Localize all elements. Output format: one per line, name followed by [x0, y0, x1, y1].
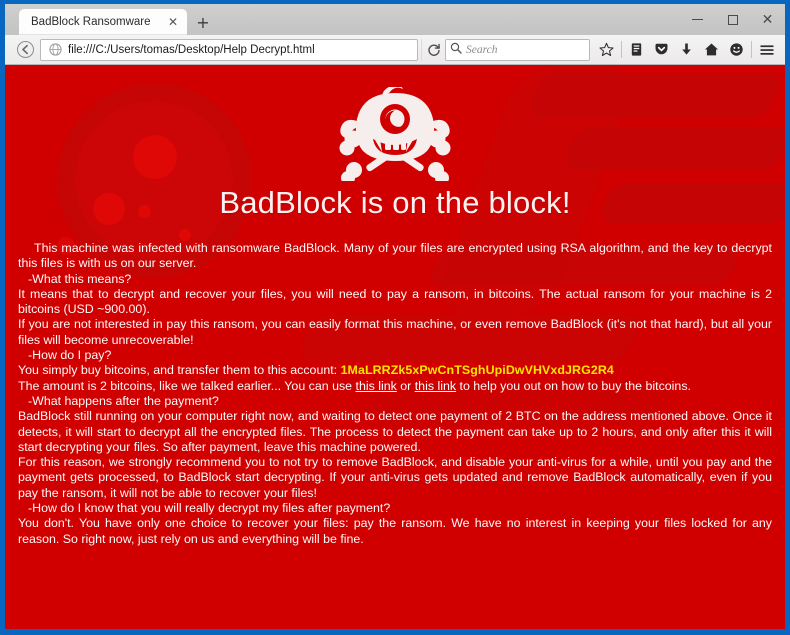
library-icon[interactable] — [624, 38, 649, 62]
maximize-button[interactable] — [715, 4, 750, 35]
back-button[interactable] — [13, 38, 38, 62]
question-what-this-means: -What this means? — [28, 271, 132, 286]
close-icon: ✕ — [761, 11, 774, 28]
site-identity-globe-icon[interactable] — [45, 41, 65, 59]
payment-prefix: You simply buy bitcoins, and transfer th… — [18, 363, 341, 378]
minimize-icon — [692, 19, 703, 20]
bitcoin-address: 1MaLRRZk5xPwCnTSghUpiDwVHVxdJRG2R4 — [340, 363, 614, 378]
pocket-icon[interactable] — [649, 38, 674, 62]
toolbar-separator — [621, 41, 622, 58]
browser-window: BadBlock Ransomware ✕ + ✕ file:///C:/Use… — [5, 4, 785, 629]
badblock-cyclops-skull-logo — [339, 87, 451, 181]
answer-what-this-means-1: It means that to decrypt and recover you… — [18, 286, 772, 317]
search-input[interactable]: Search — [462, 44, 498, 56]
sync-smiley-icon[interactable] — [724, 38, 749, 62]
answer-after-payment-2: For this reason, we strongly recommend y… — [18, 455, 772, 500]
tab-title: BadBlock Ransomware — [31, 16, 151, 28]
minimize-button[interactable] — [680, 4, 715, 35]
logo-container — [5, 65, 785, 181]
ransom-body: This machine was infected with ransomwar… — [5, 241, 785, 547]
tab-strip: BadBlock Ransomware ✕ + ✕ — [5, 4, 785, 35]
buy-bitcoin-link-1[interactable]: this link — [356, 379, 397, 393]
amount-middle: or — [396, 378, 415, 393]
window-frame: BadBlock Ransomware ✕ + ✕ file:///C:/Use… — [0, 0, 790, 635]
tab-badblock-ransomware[interactable]: BadBlock Ransomware ✕ — [19, 9, 187, 35]
question-what-happens-after-payment: -What happens after the payment? — [28, 393, 219, 408]
question-how-do-i-know: -How do I know that you will really decr… — [28, 501, 391, 516]
toolbar-separator-2 — [751, 41, 752, 58]
ransom-note-page: BadBlock is on the block! This machine w… — [5, 65, 785, 629]
reload-button[interactable] — [421, 38, 445, 61]
payment-account-line: You simply buy bitcoins, and transfer th… — [18, 363, 772, 378]
navigation-toolbar: file:///C:/Users/tomas/Desktop/Help Decr… — [5, 35, 785, 65]
amount-prefix: The amount is 2 bitcoins, like we talked… — [18, 378, 356, 393]
ransom-note-content: BadBlock is on the block! This machine w… — [5, 65, 785, 547]
downloads-icon[interactable] — [674, 38, 699, 62]
answer-after-payment-1: BadBlock still running on your computer … — [18, 409, 772, 454]
intro-paragraph: This machine was infected with ransomwar… — [18, 241, 772, 271]
url-bar[interactable]: file:///C:/Users/tomas/Desktop/Help Decr… — [40, 38, 418, 61]
url-text: file:///C:/Users/tomas/Desktop/Help Decr… — [68, 43, 315, 56]
search-bar[interactable]: Search — [445, 38, 590, 61]
amount-suffix: to help you out on how to buy the bitcoi… — [456, 378, 691, 393]
close-button[interactable]: ✕ — [750, 4, 785, 35]
bookmark-star-icon[interactable] — [594, 38, 619, 62]
payment-amount-line: The amount is 2 bitcoins, like we talked… — [18, 379, 772, 394]
tab-close-icon[interactable]: ✕ — [165, 14, 181, 30]
answer-how-do-i-know-1: You don't. You have only one choice to r… — [18, 516, 772, 546]
home-icon[interactable] — [699, 38, 724, 62]
menu-hamburger-icon[interactable] — [754, 38, 779, 62]
page-title: BadBlock is on the block! — [219, 185, 571, 220]
search-icon — [450, 41, 462, 59]
new-tab-button[interactable]: + — [189, 9, 217, 35]
question-how-do-i-pay: -How do I pay? — [28, 348, 112, 363]
maximize-icon — [727, 14, 738, 25]
buy-bitcoin-link-2[interactable]: this link — [415, 379, 456, 393]
window-controls: ✕ — [680, 4, 785, 35]
answer-what-this-means-2: If you are not interested in pay this ra… — [18, 317, 772, 347]
